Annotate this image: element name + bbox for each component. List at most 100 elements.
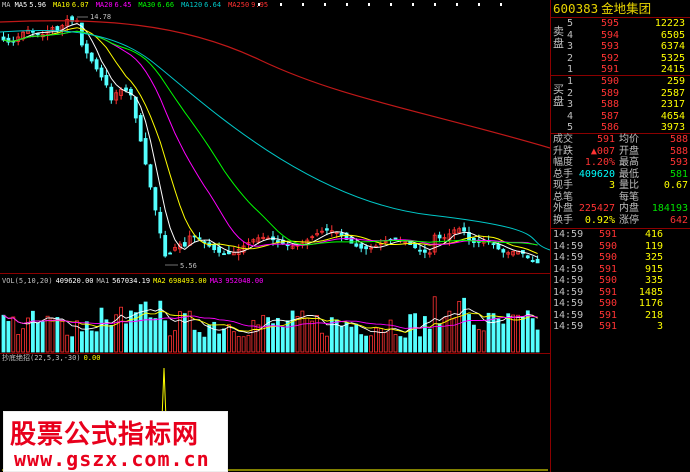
volume-bar (226, 324, 231, 353)
asks-level-volume: 6374 (660, 41, 685, 52)
bids-level-number: 4 (567, 110, 574, 122)
asks-level-volume: 12223 (654, 18, 685, 29)
volume-bar (1, 314, 6, 353)
stat-value: 0.67 (663, 180, 688, 191)
volume-bar (280, 326, 285, 353)
tick-row[interactable]: 14:59 590 325 (551, 252, 690, 264)
volume-bar (290, 310, 295, 353)
volume-bar (217, 333, 222, 353)
volume-bar (148, 317, 153, 353)
stat-value: 1.20% (584, 157, 615, 168)
bids-level-2[interactable]: 2 589 2587 (551, 88, 690, 100)
tick-row[interactable]: 14:59 590 119 (551, 241, 690, 253)
bids-level-5[interactable]: 5 586 3973 (551, 122, 690, 134)
volume-bar (119, 306, 123, 353)
candle-body (525, 255, 530, 259)
bids-level-price: 590 (600, 76, 619, 87)
volume-bar (75, 320, 79, 353)
tick-volume: 335 (644, 275, 663, 286)
stat-value: 588 (669, 145, 688, 157)
candle-body (359, 243, 364, 249)
tick-list[interactable]: 14:59 591 416 14:59 590 119 14:59 590 325 14:59 59… (551, 228, 690, 333)
asks-level-3[interactable]: 3 593 6374 (551, 41, 690, 53)
tick-price: 590 (599, 298, 618, 309)
asks-level-4[interactable]: 4 594 6505 (551, 30, 690, 42)
stat-label: 外盘 (553, 203, 573, 214)
volume-bar (163, 320, 168, 353)
tick-price: 591 (599, 321, 618, 332)
volume-bar (202, 336, 207, 353)
volume-bar (251, 319, 256, 353)
bids-level-4[interactable]: 4 587 4654 (551, 111, 690, 123)
tick-row[interactable]: 14:59 591 416 (551, 229, 690, 241)
tick-row[interactable]: 14:59 591 218 (551, 310, 690, 322)
asks-level-volume: 6505 (660, 29, 685, 41)
bid-book: 买盘 1 590 259 2 589 2587 3 588 2317 4 587 4654 5 586 39… (551, 75, 690, 133)
tick-price: 590 (599, 252, 618, 263)
stat-label: 换手 (553, 214, 573, 226)
volume-bar (192, 329, 197, 353)
divider-volume-indicator (0, 353, 550, 354)
asks-level-5[interactable]: 5 595 12223 (551, 18, 690, 30)
candle-body (109, 86, 114, 101)
ma30-line (3, 30, 538, 246)
bids-level-3[interactable]: 3 588 2317 (551, 99, 690, 111)
stat-label: 内盘 (619, 203, 639, 214)
volume-bar (65, 334, 70, 353)
volume-bar (275, 317, 280, 353)
tick-volume: 416 (644, 229, 663, 240)
tick-time: 14:59 (553, 298, 584, 309)
volume-bar (496, 318, 501, 353)
asks-level-1[interactable]: 1 591 2415 (551, 64, 690, 76)
volume-bar (369, 335, 373, 353)
axis-marker (346, 3, 348, 6)
bids-level-price: 588 (600, 99, 619, 110)
tick-row[interactable]: 14:59 590 1176 (551, 298, 690, 310)
axis-marker (302, 3, 304, 6)
volume-bar (305, 317, 310, 353)
volume-bar (89, 330, 94, 353)
asks-level-number: 4 (567, 29, 574, 41)
kline-chart-area[interactable]: MA MA5 5.96 MA10 6.07 MA20 6.45 MA30 6.66 MA120 6.… (0, 0, 550, 472)
candle-body (133, 96, 138, 119)
stat-label: 均价 (619, 134, 639, 145)
tick-row[interactable]: 14:59 591 915 (551, 264, 690, 276)
tick-time: 14:59 (553, 229, 584, 240)
bids-level-1[interactable]: 1 590 259 (551, 76, 690, 88)
bids-level-number: 2 (567, 87, 574, 99)
volume-bar (295, 316, 300, 353)
stat-value: 591 (596, 134, 615, 145)
tick-price: 591 (599, 309, 618, 321)
volume-bar (271, 323, 275, 353)
ma-legend-item: MA (2, 1, 11, 9)
asks-level-price: 593 (600, 41, 619, 52)
asks-level-2[interactable]: 2 592 5325 (551, 53, 690, 65)
stat-label: 成交 (553, 134, 573, 145)
stat-label: 最低 (619, 168, 639, 180)
stock-code: 600383 (553, 1, 599, 16)
tick-row[interactable]: 14:59 591 3 (551, 321, 690, 333)
tick-row[interactable]: 14:59 590 335 (551, 275, 690, 287)
stat-label: 开盘 (619, 145, 639, 157)
volume-bar (535, 329, 540, 353)
volume-bar (94, 331, 99, 353)
candle-body (55, 26, 60, 32)
stat-label: 量比 (619, 180, 639, 191)
price-chart[interactable]: MA MA5 5.96 MA10 6.07 MA20 6.45 MA30 6.66 MA120 6.… (0, 0, 550, 472)
volume-bar (339, 325, 344, 353)
volume-bar (11, 316, 16, 353)
tick-price: 591 (599, 229, 618, 240)
volume-bar (182, 313, 187, 353)
candle-body (1, 36, 6, 41)
volume-bar (506, 313, 511, 353)
volume-bar (427, 328, 432, 353)
tick-row[interactable]: 14:59 591 1485 (551, 287, 690, 299)
candle-body (163, 235, 168, 257)
axis-marker (500, 3, 502, 6)
stat-value: 642 (669, 214, 688, 226)
candle-body (354, 243, 359, 247)
candle-body (143, 138, 148, 165)
volume-bar (104, 319, 109, 353)
ma-legend-item: MA10 6.07 (53, 1, 89, 9)
bids-level-price: 586 (600, 122, 619, 133)
